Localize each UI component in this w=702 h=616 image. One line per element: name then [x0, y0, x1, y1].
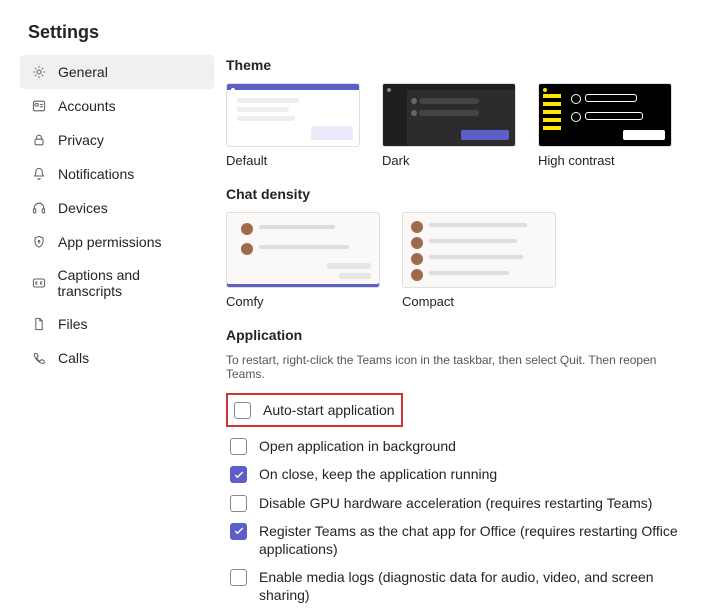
theme-preview-default	[226, 83, 360, 147]
lock-icon	[30, 131, 48, 149]
sidebar-item-label: Devices	[58, 200, 108, 216]
sidebar-item-label: Captions and transcripts	[57, 267, 204, 299]
theme-preview-high-contrast	[538, 83, 672, 147]
theme-label: Dark	[382, 153, 516, 168]
checkbox-disable-gpu[interactable]: Disable GPU hardware acceleration (requi…	[226, 490, 686, 516]
theme-option-default[interactable]: Default	[226, 83, 360, 168]
sidebar-item-app-permissions[interactable]: App permissions	[20, 225, 214, 259]
density-section-title: Chat density	[226, 186, 686, 202]
sidebar-item-devices[interactable]: Devices	[20, 191, 214, 225]
settings-sidebar: General Accounts Privacy Notifications D…	[20, 55, 214, 611]
sidebar-item-calls[interactable]: Calls	[20, 341, 214, 375]
theme-option-dark[interactable]: Dark	[382, 83, 516, 168]
theme-preview-dark	[382, 83, 516, 147]
application-section-title: Application	[226, 327, 686, 343]
sidebar-item-privacy[interactable]: Privacy	[20, 123, 214, 157]
sidebar-item-label: Notifications	[58, 166, 134, 182]
theme-section-title: Theme	[226, 57, 686, 73]
checkbox-label: Register Teams as the chat app for Offic…	[259, 522, 679, 558]
checkbox-label: Open application in background	[259, 437, 456, 455]
shield-icon	[30, 233, 48, 251]
theme-label: Default	[226, 153, 360, 168]
theme-label: High contrast	[538, 153, 672, 168]
sidebar-item-label: General	[58, 64, 108, 80]
checkbox-register-office[interactable]: Register Teams as the chat app for Offic…	[226, 518, 686, 562]
sidebar-item-label: Privacy	[58, 132, 104, 148]
density-label: Compact	[402, 294, 556, 309]
density-option-compact[interactable]: Compact	[402, 212, 556, 309]
checkbox-icon	[230, 569, 247, 586]
close-button[interactable]	[654, 23, 674, 43]
checkbox-icon	[230, 523, 247, 540]
sidebar-item-general[interactable]: General	[20, 55, 214, 89]
theme-option-high-contrast[interactable]: High contrast	[538, 83, 672, 168]
settings-main: Theme Default Dark	[214, 55, 692, 611]
gear-icon	[30, 63, 48, 81]
sidebar-item-label: Files	[58, 316, 88, 332]
bell-icon	[30, 165, 48, 183]
checkbox-icon	[234, 402, 251, 419]
density-option-comfy[interactable]: Comfy	[226, 212, 380, 309]
sidebar-item-files[interactable]: Files	[20, 307, 214, 341]
checkbox-on-close[interactable]: On close, keep the application running	[226, 461, 686, 487]
density-preview-comfy	[226, 212, 380, 288]
checkbox-icon	[230, 466, 247, 483]
cc-icon	[30, 274, 47, 292]
checkbox-icon	[230, 438, 247, 455]
sidebar-item-captions[interactable]: Captions and transcripts	[20, 259, 214, 307]
checkbox-icon	[230, 495, 247, 512]
phone-icon	[30, 349, 48, 367]
headset-icon	[30, 199, 48, 217]
checkbox-media-logs[interactable]: Enable media logs (diagnostic data for a…	[226, 564, 686, 608]
accounts-icon	[30, 97, 48, 115]
sidebar-item-label: App permissions	[58, 234, 162, 250]
file-icon	[30, 315, 48, 333]
density-preview-compact	[402, 212, 556, 288]
checkbox-open-background[interactable]: Open application in background	[226, 433, 686, 459]
application-subtitle: To restart, right-click the Teams icon i…	[226, 353, 686, 381]
checkbox-label: Enable media logs (diagnostic data for a…	[259, 568, 679, 604]
density-label: Comfy	[226, 294, 380, 309]
sidebar-item-notifications[interactable]: Notifications	[20, 157, 214, 191]
sidebar-item-label: Accounts	[58, 98, 116, 114]
checkbox-label: Disable GPU hardware acceleration (requi…	[259, 494, 652, 512]
sidebar-item-label: Calls	[58, 350, 89, 366]
checkbox-label: On close, keep the application running	[259, 465, 497, 483]
checkbox-label: Auto-start application	[263, 401, 395, 419]
sidebar-item-accounts[interactable]: Accounts	[20, 89, 214, 123]
checkbox-auto-start[interactable]: Auto-start application	[226, 393, 403, 427]
page-title: Settings	[28, 22, 654, 43]
